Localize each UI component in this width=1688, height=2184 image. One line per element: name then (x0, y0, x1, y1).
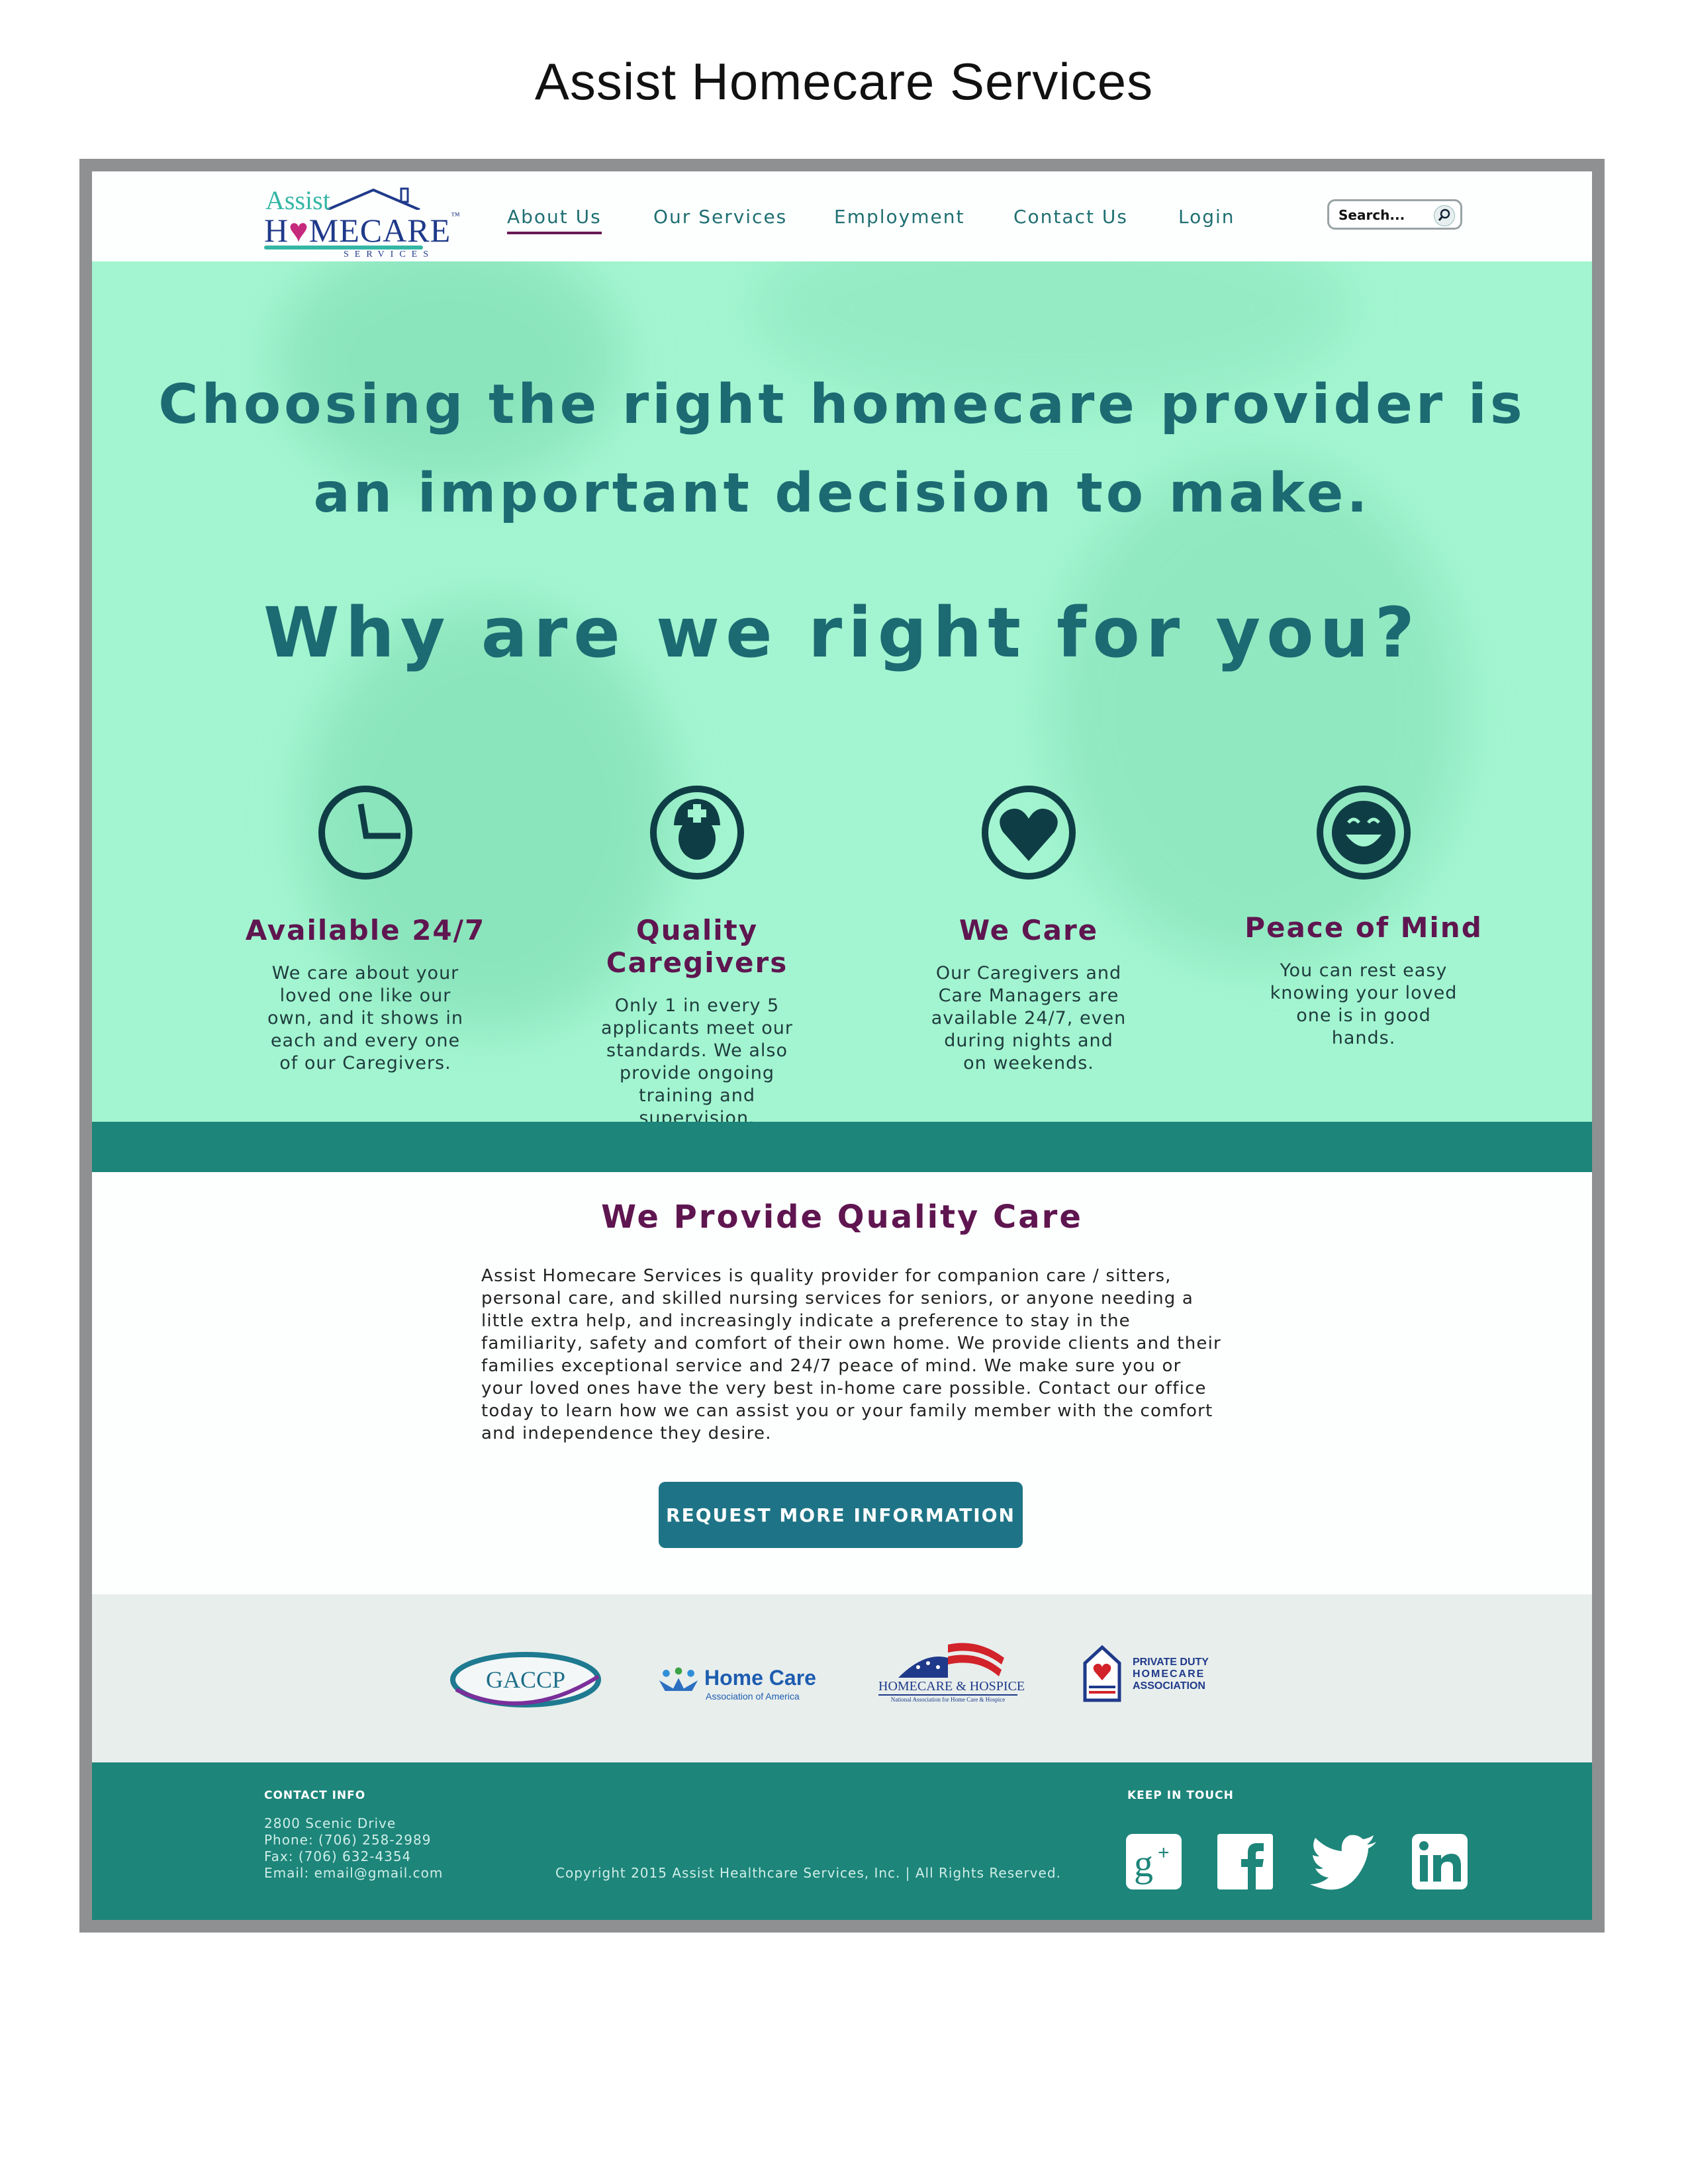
svg-text:+: + (1158, 1842, 1170, 1864)
nav-our-services[interactable]: Our Services (653, 206, 787, 228)
search-icon (1438, 208, 1450, 221)
search-input[interactable] (1337, 205, 1432, 225)
svg-text:g: g (1134, 1842, 1153, 1885)
page-title: Assist Homecare Services (534, 52, 1154, 111)
feature-peace-of-mind: Peace of Mind You can rest easy knowing … (1225, 784, 1503, 1050)
nav-login[interactable]: Login (1178, 206, 1235, 228)
house-heart-icon (1083, 1645, 1121, 1702)
feature-text: Our Caregivers and Care Managers are ava… (931, 963, 1127, 1073)
feature-text: We care about your loved one like our ow… (267, 963, 463, 1073)
twitter-icon[interactable] (1307, 1833, 1380, 1891)
nav-employment[interactable]: Employment (834, 206, 964, 228)
roof-icon (327, 187, 420, 210)
about-title: We Provide Quality Care (601, 1199, 1083, 1236)
hero-headline: Choosing the right homecare provider is … (158, 373, 1526, 525)
nav-about-us[interactable]: About Us (507, 206, 602, 234)
feature-title: Available 24/7 (245, 914, 486, 946)
website: Assist H♥MECARE™ SERVICES About Us Our S… (92, 171, 1592, 1920)
heart-icon: ♥ (289, 212, 309, 249)
request-info-button[interactable]: REQUEST MORE INFORMATION (659, 1482, 1023, 1548)
private-duty-homecare-logo[interactable]: PRIVATE DUTY HOMECARE ASSOCIATION (1082, 1643, 1228, 1709)
logo-services-text: SERVICES (344, 250, 435, 259)
clock-icon (318, 786, 412, 880)
feature-available: Available 24/7 We care about your loved … (226, 784, 504, 1075)
feature-title: Quality Caregivers (606, 914, 788, 979)
logo-homecare-text: H♥MECARE™ (264, 211, 461, 249)
nav-contact-us[interactable]: Contact Us (1013, 206, 1128, 228)
search-box (1327, 199, 1462, 230)
feature-title: Peace of Mind (1244, 911, 1483, 944)
gaccp-logo[interactable]: GACCP (449, 1650, 602, 1709)
homecare-hospice-logo[interactable]: HOMECARE & HOSPICE National Association … (878, 1638, 1025, 1711)
site-footer: CONTACT INFO 2800 Scenic Drive Phone: (7… (92, 1762, 1592, 1920)
linkedin-icon[interactable] (1411, 1833, 1469, 1891)
footer-email[interactable]: Email: email@gmail.com (264, 1865, 443, 1881)
footer-phone: Phone: (706) 258-2989 (264, 1832, 432, 1848)
footer-copyright: Copyright 2015 Assist Healthcare Service… (555, 1865, 1061, 1881)
google-plus-icon[interactable]: g + (1125, 1833, 1183, 1891)
partner-logos: GACCP Home Care Association of America H… (92, 1594, 1592, 1762)
site-logo[interactable]: Assist H♥MECARE™ SERVICES (264, 185, 463, 259)
feature-text: Only 1 in every 5 applicants meet our st… (601, 995, 793, 1122)
heart-icon (982, 786, 1076, 880)
hero-subheadline: Why are we right for you? (263, 592, 1421, 673)
search-button[interactable] (1434, 205, 1455, 226)
about-text: Assist Homecare Services is quality prov… (481, 1266, 1221, 1443)
divider-band (92, 1122, 1592, 1172)
smiley-icon (1317, 786, 1411, 880)
people-icon (659, 1667, 698, 1691)
hero-section: Choosing the right homecare provider is … (92, 261, 1592, 1122)
footer-address: 2800 Scenic Drive (264, 1815, 397, 1831)
feature-we-care: We Care Our Caregivers and Care Managers… (890, 784, 1168, 1075)
nurse-icon (650, 786, 744, 880)
home-care-association-logo[interactable]: Home Care Association of America (658, 1666, 817, 1706)
keep-in-touch-heading: KEEP IN TOUCH (1127, 1789, 1234, 1802)
facebook-icon[interactable] (1216, 1833, 1274, 1891)
feature-title: We Care (959, 914, 1099, 946)
contact-info-heading: CONTACT INFO (264, 1789, 366, 1802)
site-header: Assist H♥MECARE™ SERVICES About Us Our S… (92, 171, 1592, 261)
flag-icon (898, 1643, 1004, 1678)
footer-fax: Fax: (706) 632-4354 (264, 1848, 412, 1864)
feature-caregivers: Quality Caregivers Only 1 in every 5 app… (558, 784, 836, 1122)
feature-text: You can rest easy knowing your loved one… (1270, 960, 1458, 1048)
